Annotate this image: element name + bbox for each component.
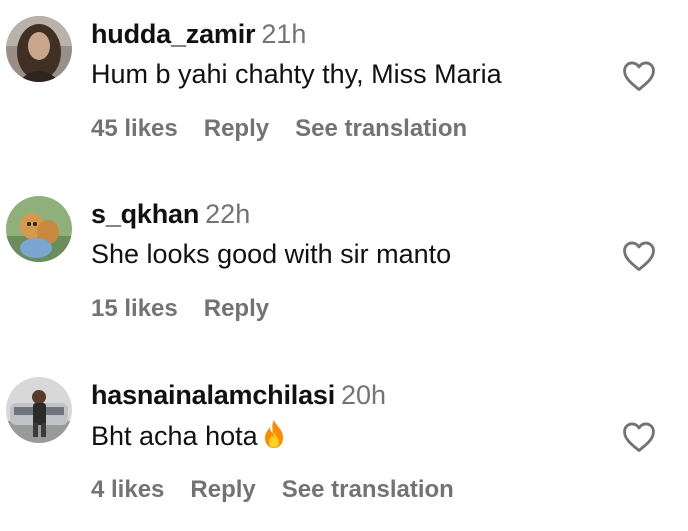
heart-icon[interactable] [622, 60, 656, 92]
avatar-photo-icon [6, 16, 72, 82]
username-link[interactable]: hasnainalamchilasi [91, 380, 335, 410]
comment-header: hudda_zamir 21h [91, 18, 306, 50]
reply-button[interactable]: Reply [204, 115, 269, 142]
user-avatar[interactable] [6, 196, 72, 262]
user-avatar[interactable] [6, 377, 72, 443]
comment-item: hudda_zamir 21h Hum b yahi chahty thy, Mi… [0, 0, 688, 170]
comment-header: s_qkhan 22h [91, 198, 250, 230]
comment-text: Hum b yahi chahty thy, Miss Maria [91, 59, 502, 89]
username-link[interactable]: hudda_zamir [91, 19, 256, 49]
comment-actions: 4 likes Reply See translation [91, 476, 480, 504]
comment-actions: 45 likes Reply See translation [91, 115, 493, 143]
comment-timestamp: 20h [341, 380, 387, 410]
see-translation-button[interactable]: See translation [282, 476, 454, 503]
reply-button[interactable]: Reply [190, 476, 255, 503]
comment-actions: 15 likes Reply [91, 295, 295, 323]
comment-text: Bht acha hota [91, 419, 288, 456]
avatar-photo-icon [6, 196, 72, 262]
heart-icon[interactable] [622, 240, 656, 272]
likes-count[interactable]: 15 likes [91, 295, 178, 322]
comment-text-content: Bht acha hota [91, 421, 258, 451]
fire-icon [260, 419, 288, 456]
avatar-photo-icon [6, 377, 72, 443]
comment-text: She looks good with sir manto [91, 239, 452, 269]
comment-item: s_qkhan 22h She looks good with sir manto… [0, 180, 688, 350]
comment-header: hasnainalamchilasi 20h [91, 379, 386, 411]
user-avatar[interactable] [6, 16, 72, 82]
username-link[interactable]: s_qkhan [91, 199, 199, 229]
reply-button[interactable]: Reply [204, 295, 269, 322]
comment-timestamp: 21h [261, 19, 307, 49]
likes-count[interactable]: 45 likes [91, 115, 178, 142]
see-translation-button[interactable]: See translation [295, 115, 467, 142]
comment-item: hasnainalamchilasi 20h Bht acha hota 4 li… [0, 361, 688, 531]
likes-count[interactable]: 4 likes [91, 476, 164, 503]
heart-icon[interactable] [622, 421, 656, 453]
comment-timestamp: 22h [205, 199, 251, 229]
